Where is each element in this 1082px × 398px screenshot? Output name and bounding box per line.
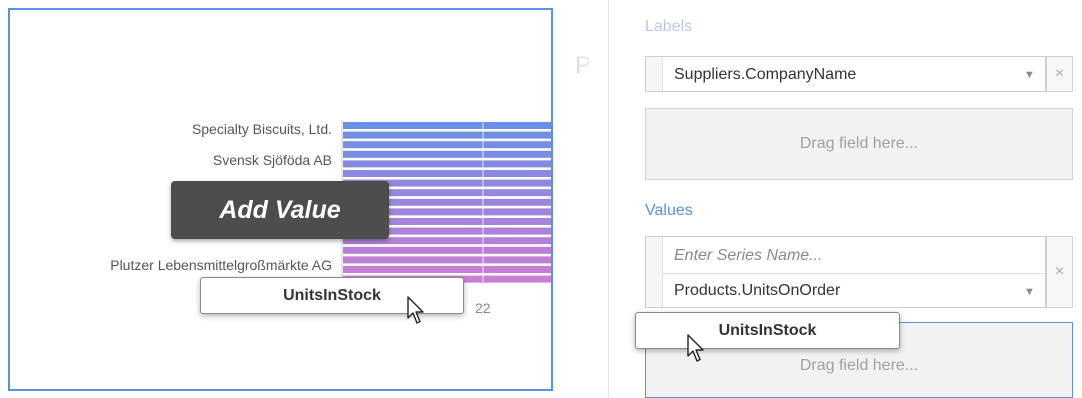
drag-handle[interactable] xyxy=(646,57,663,91)
labels-section-title: Labels xyxy=(645,18,693,35)
mouse-pointer-icon xyxy=(407,296,424,324)
category-label: Plutzer Lebensmittelgroßmärkte AG xyxy=(110,257,332,273)
labels-field[interactable]: Suppliers.CompanyName ▼ xyxy=(645,56,1046,92)
bar[interactable] xyxy=(343,141,553,149)
drag-field-ghost[interactable]: UnitsInStock xyxy=(635,312,900,349)
remove-labels-field-button[interactable]: × xyxy=(1046,56,1073,92)
chevron-down-icon[interactable]: ▼ xyxy=(1024,69,1035,81)
field-separator xyxy=(662,273,1045,274)
add-value-tooltip: Add Value xyxy=(171,181,389,239)
mouse-pointer-icon xyxy=(687,334,704,362)
bar[interactable] xyxy=(343,131,553,139)
bar[interactable] xyxy=(343,246,553,254)
values-field[interactable]: Enter Series Name... Products.UnitsOnOrd… xyxy=(645,236,1046,308)
close-icon: × xyxy=(1054,263,1065,280)
bar[interactable] xyxy=(343,256,553,264)
series-name-input[interactable]: Enter Series Name... xyxy=(674,247,823,265)
category-label: Svensk Sjöföda AB xyxy=(213,152,332,168)
bar[interactable] xyxy=(343,266,553,273)
panel-divider xyxy=(608,0,609,398)
remove-values-field-button[interactable]: × xyxy=(1046,236,1073,308)
values-field-name: Products.UnitsOnOrder xyxy=(674,282,841,299)
close-icon: × xyxy=(1054,65,1065,82)
labels-field-name: Suppliers.CompanyName xyxy=(674,66,857,83)
bar[interactable] xyxy=(343,150,553,158)
labels-drop-zone[interactable]: Drag field here... xyxy=(645,108,1073,180)
bar[interactable] xyxy=(343,170,553,177)
chevron-down-icon[interactable]: ▼ xyxy=(1024,286,1035,298)
panel-fade xyxy=(553,0,608,398)
drag-handle[interactable] xyxy=(646,237,663,307)
drop-zone-placeholder: Drag field here... xyxy=(799,135,919,152)
drop-zone-placeholder: Drag field here... xyxy=(799,357,919,374)
axis-tick-label: 22 xyxy=(475,300,491,316)
values-section-title: Values xyxy=(645,202,693,219)
category-label: Specialty Biscuits, Ltd. xyxy=(192,121,332,137)
bar[interactable] xyxy=(343,122,553,129)
bar[interactable] xyxy=(343,160,553,168)
